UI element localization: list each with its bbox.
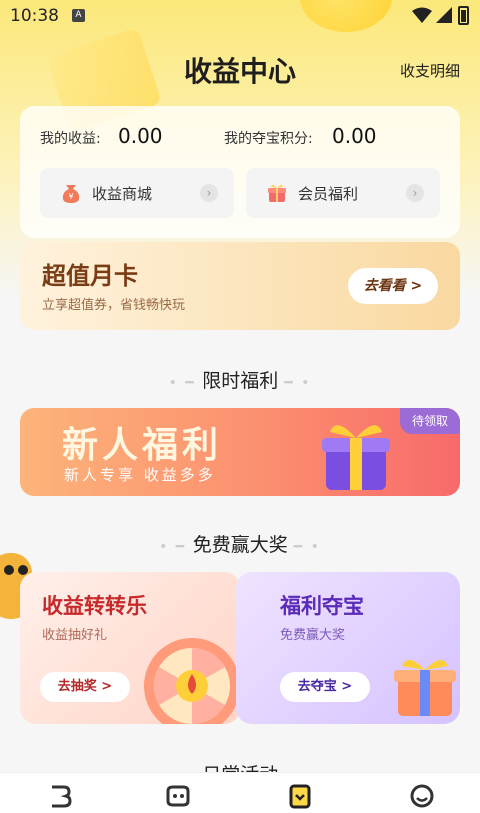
heading-decoration-left: • ━ (159, 539, 193, 555)
mascot-eye (4, 565, 14, 575)
gift-box-icon (394, 659, 456, 716)
prize-section-title: 免费赢大奖 (192, 534, 288, 556)
status-time: 10:38 (10, 6, 59, 26)
money-bag-icon: ¥ (62, 185, 80, 203)
vip-benefits-button[interactable]: 会员福利 › (246, 168, 440, 218)
monthly-card-subtitle: 立享超值券，省钱畅快玩 (42, 298, 186, 313)
treasure-game-subtitle: 免费赢大奖 (280, 628, 346, 643)
chevron-right-icon: › (200, 184, 218, 202)
earnings-nav-icon[interactable] (286, 783, 314, 809)
gift-icon (268, 184, 286, 202)
income-shop-label: 收益商城 (92, 185, 153, 203)
heading-decoration-right: ━ • (284, 375, 312, 391)
heading-decoration-left: • ━ (168, 375, 203, 391)
draw-prize-button[interactable]: 去抽奖 > (40, 672, 130, 702)
limited-section-title: 限时福利 (202, 370, 279, 392)
income-detail-link[interactable]: 收支明细 (400, 60, 460, 81)
signal-icon (436, 7, 452, 23)
newbie-banner-subtitle: 新人专享 收益多多 (64, 466, 216, 484)
go-treasure-button[interactable]: 去夺宝 > (280, 672, 370, 702)
chevron-right-icon: › (406, 184, 424, 202)
monthly-card-banner[interactable]: 超值月卡 立享超值券，省钱畅快玩 去看看 > (20, 242, 460, 330)
game-nav-icon[interactable] (164, 783, 192, 809)
prize-wheel-icon (144, 638, 240, 724)
bottom-navigation (0, 772, 480, 813)
heading-decoration-right: ━ • (293, 539, 321, 555)
earnings-card: 我的收益: 0.00 我的夺宝积分: 0.00 ¥ 收益商城 › 会员福利 › (20, 106, 460, 238)
pending-claim-badge: 待领取 (400, 408, 460, 434)
gift-box-icon (322, 425, 390, 490)
monthly-card-title: 超值月卡 (42, 262, 138, 290)
wheel-game-subtitle: 收益抽好礼 (42, 628, 108, 643)
wheel-game-card[interactable]: 收益转转乐 收益抽好礼 去抽奖 > (20, 572, 240, 724)
income-shop-button[interactable]: ¥ 收益商城 › (40, 168, 234, 218)
home-nav-icon[interactable] (46, 783, 74, 809)
income-label: 我的收益: (40, 131, 101, 147)
income-value: 0.00 (118, 124, 163, 148)
points-label: 我的夺宝积分: (224, 131, 313, 147)
points-value: 0.00 (332, 124, 377, 148)
wheel-game-title: 收益转转乐 (42, 594, 147, 618)
limited-section-heading: • ━ 限时福利 ━ • (0, 366, 480, 393)
monthly-card-view-button[interactable]: 去看看 > (348, 268, 438, 304)
profile-nav-icon[interactable] (408, 783, 436, 809)
newbie-benefits-banner[interactable]: 新人福利 新人专享 收益多多 待领取 (20, 408, 460, 496)
vip-benefits-label: 会员福利 (298, 185, 359, 203)
prize-section-heading: • ━ 免费赢大奖 ━ • (0, 530, 480, 557)
svg-text:¥: ¥ (68, 192, 73, 201)
notification-icon: A (72, 9, 85, 22)
newbie-banner-title: 新人福利 (62, 425, 223, 466)
status-bar: 10:38 A (0, 0, 480, 32)
treasure-game-title: 福利夺宝 (280, 594, 364, 618)
treasure-game-card[interactable]: 福利夺宝 免费赢大奖 去夺宝 > (236, 572, 460, 724)
wifi-icon (412, 7, 432, 23)
battery-icon (458, 6, 469, 25)
